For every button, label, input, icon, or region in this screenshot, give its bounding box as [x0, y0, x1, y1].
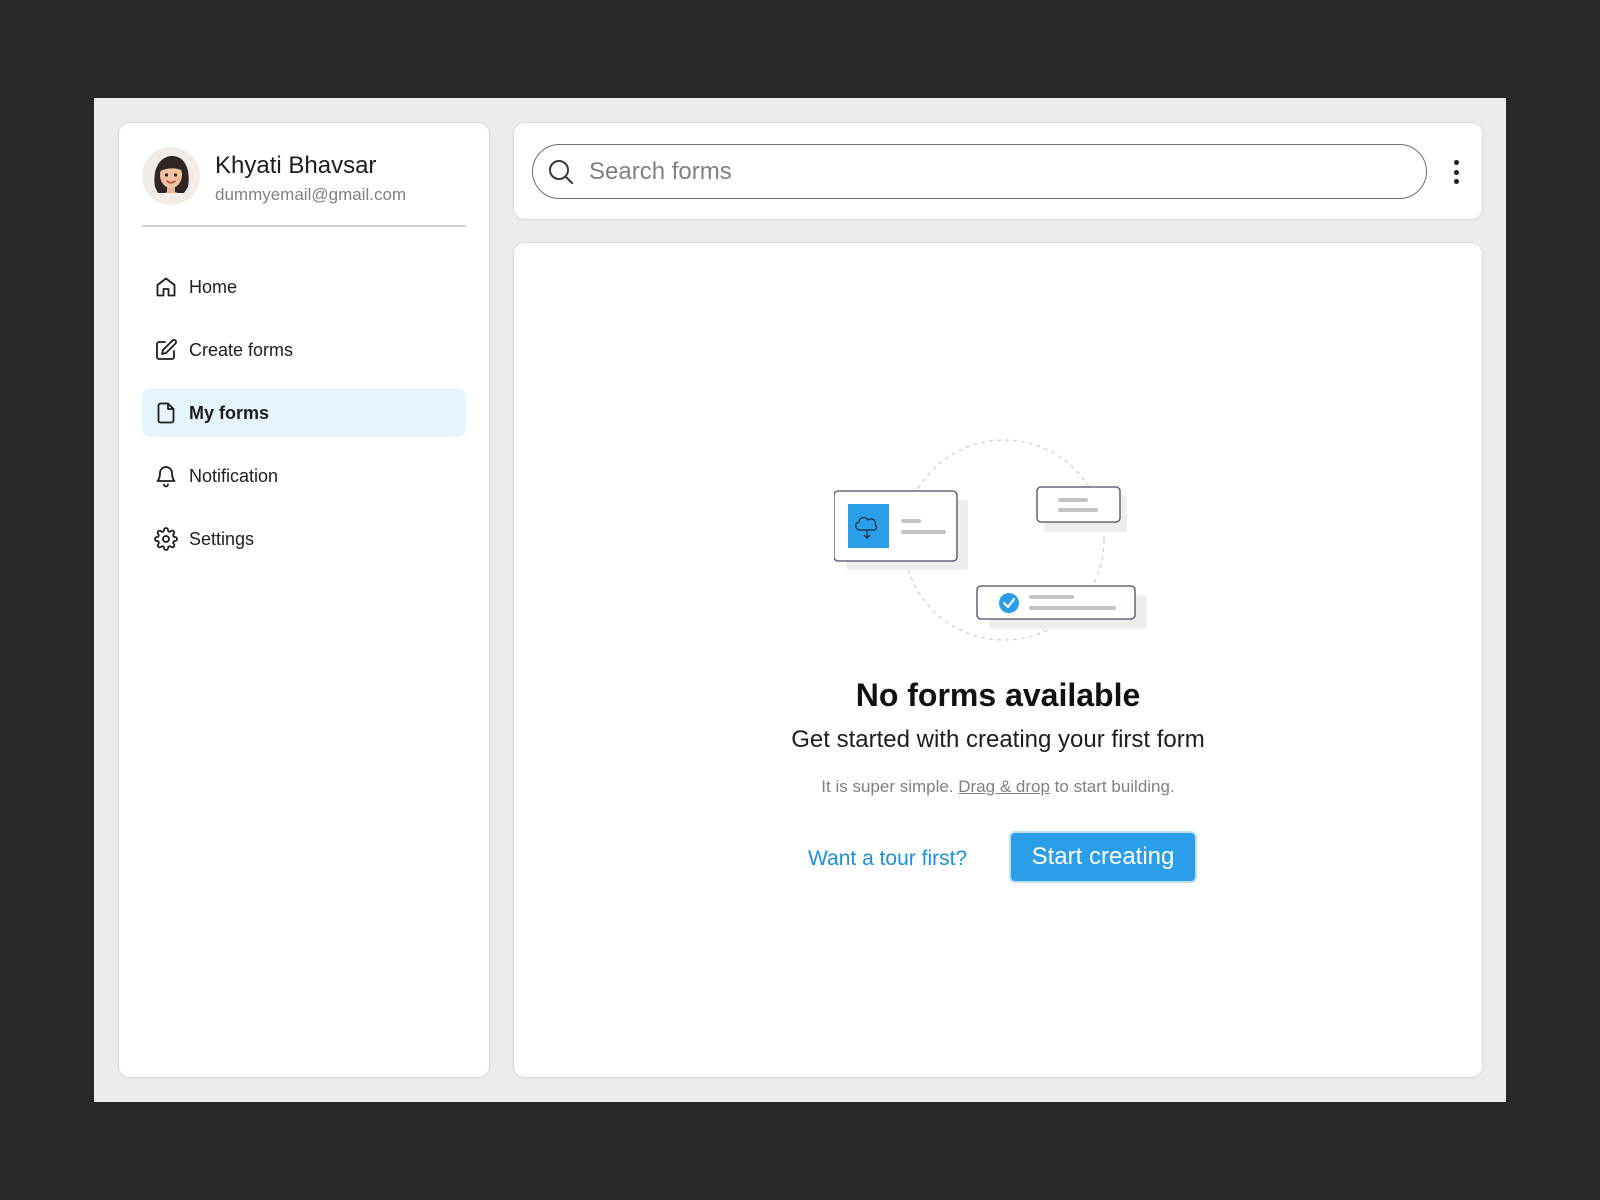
empty-state-illustration [833, 438, 1164, 648]
app-window: Khyati Bhavsar dummyemail@gmail.com Home [94, 98, 1506, 1102]
sidebar-item-label: Settings [189, 528, 255, 549]
kebab-dot [1453, 160, 1459, 165]
sidebar-item-label: Create forms [189, 339, 294, 360]
hint-text-prefix: It is super simple. [821, 777, 959, 796]
sidebar-item-label: Notification [189, 465, 279, 486]
kebab-dot [1453, 179, 1459, 184]
file-icon [154, 401, 178, 425]
bell-icon [154, 464, 178, 488]
home-icon [154, 275, 178, 299]
avatar-image [142, 147, 200, 205]
user-profile: Khyati Bhavsar dummyemail@gmail.com [142, 145, 466, 227]
start-creating-button[interactable]: Start creating [1009, 831, 1197, 883]
user-name: Khyati Bhavsar [215, 152, 377, 179]
top-bar [513, 122, 1483, 220]
gear-icon [154, 527, 178, 551]
kebab-dot [1453, 169, 1459, 175]
empty-state-subtitle: Get started with creating your first for… [791, 726, 1205, 753]
drag-drop-link[interactable]: Drag & drop [958, 777, 1050, 796]
sidebar-item-settings[interactable]: Settings [142, 515, 466, 563]
tour-link[interactable]: Want a tour first? [808, 833, 967, 885]
search-icon [547, 158, 575, 186]
sidebar-item-label: Home [189, 276, 238, 297]
sidebar-item-label: My forms [189, 402, 270, 423]
hint-text-suffix: to start building. [1049, 777, 1175, 796]
avatar[interactable] [142, 147, 200, 205]
empty-state-hint: It is super simple. Drag & drop to start… [514, 777, 1482, 797]
search-bar [532, 144, 1427, 199]
sidebar-item-notification[interactable]: Notification [142, 452, 466, 500]
main-content: No forms available Get started with crea… [513, 242, 1483, 1078]
sidebar-item-home[interactable]: Home [142, 263, 466, 311]
sidebar-item-my-forms[interactable]: My forms [142, 389, 466, 437]
sidebar-item-create-forms[interactable]: Create forms [142, 326, 466, 374]
sidebar-nav: Home Create forms My forms Notification … [142, 263, 466, 578]
sidebar: Khyati Bhavsar dummyemail@gmail.com Home [118, 122, 490, 1078]
edit-icon [154, 338, 178, 362]
user-email: dummyemail@gmail.com [215, 185, 407, 204]
search-input[interactable] [589, 157, 1409, 186]
more-options-icon[interactable] [1444, 157, 1468, 187]
empty-state-title: No forms available [855, 677, 1141, 713]
